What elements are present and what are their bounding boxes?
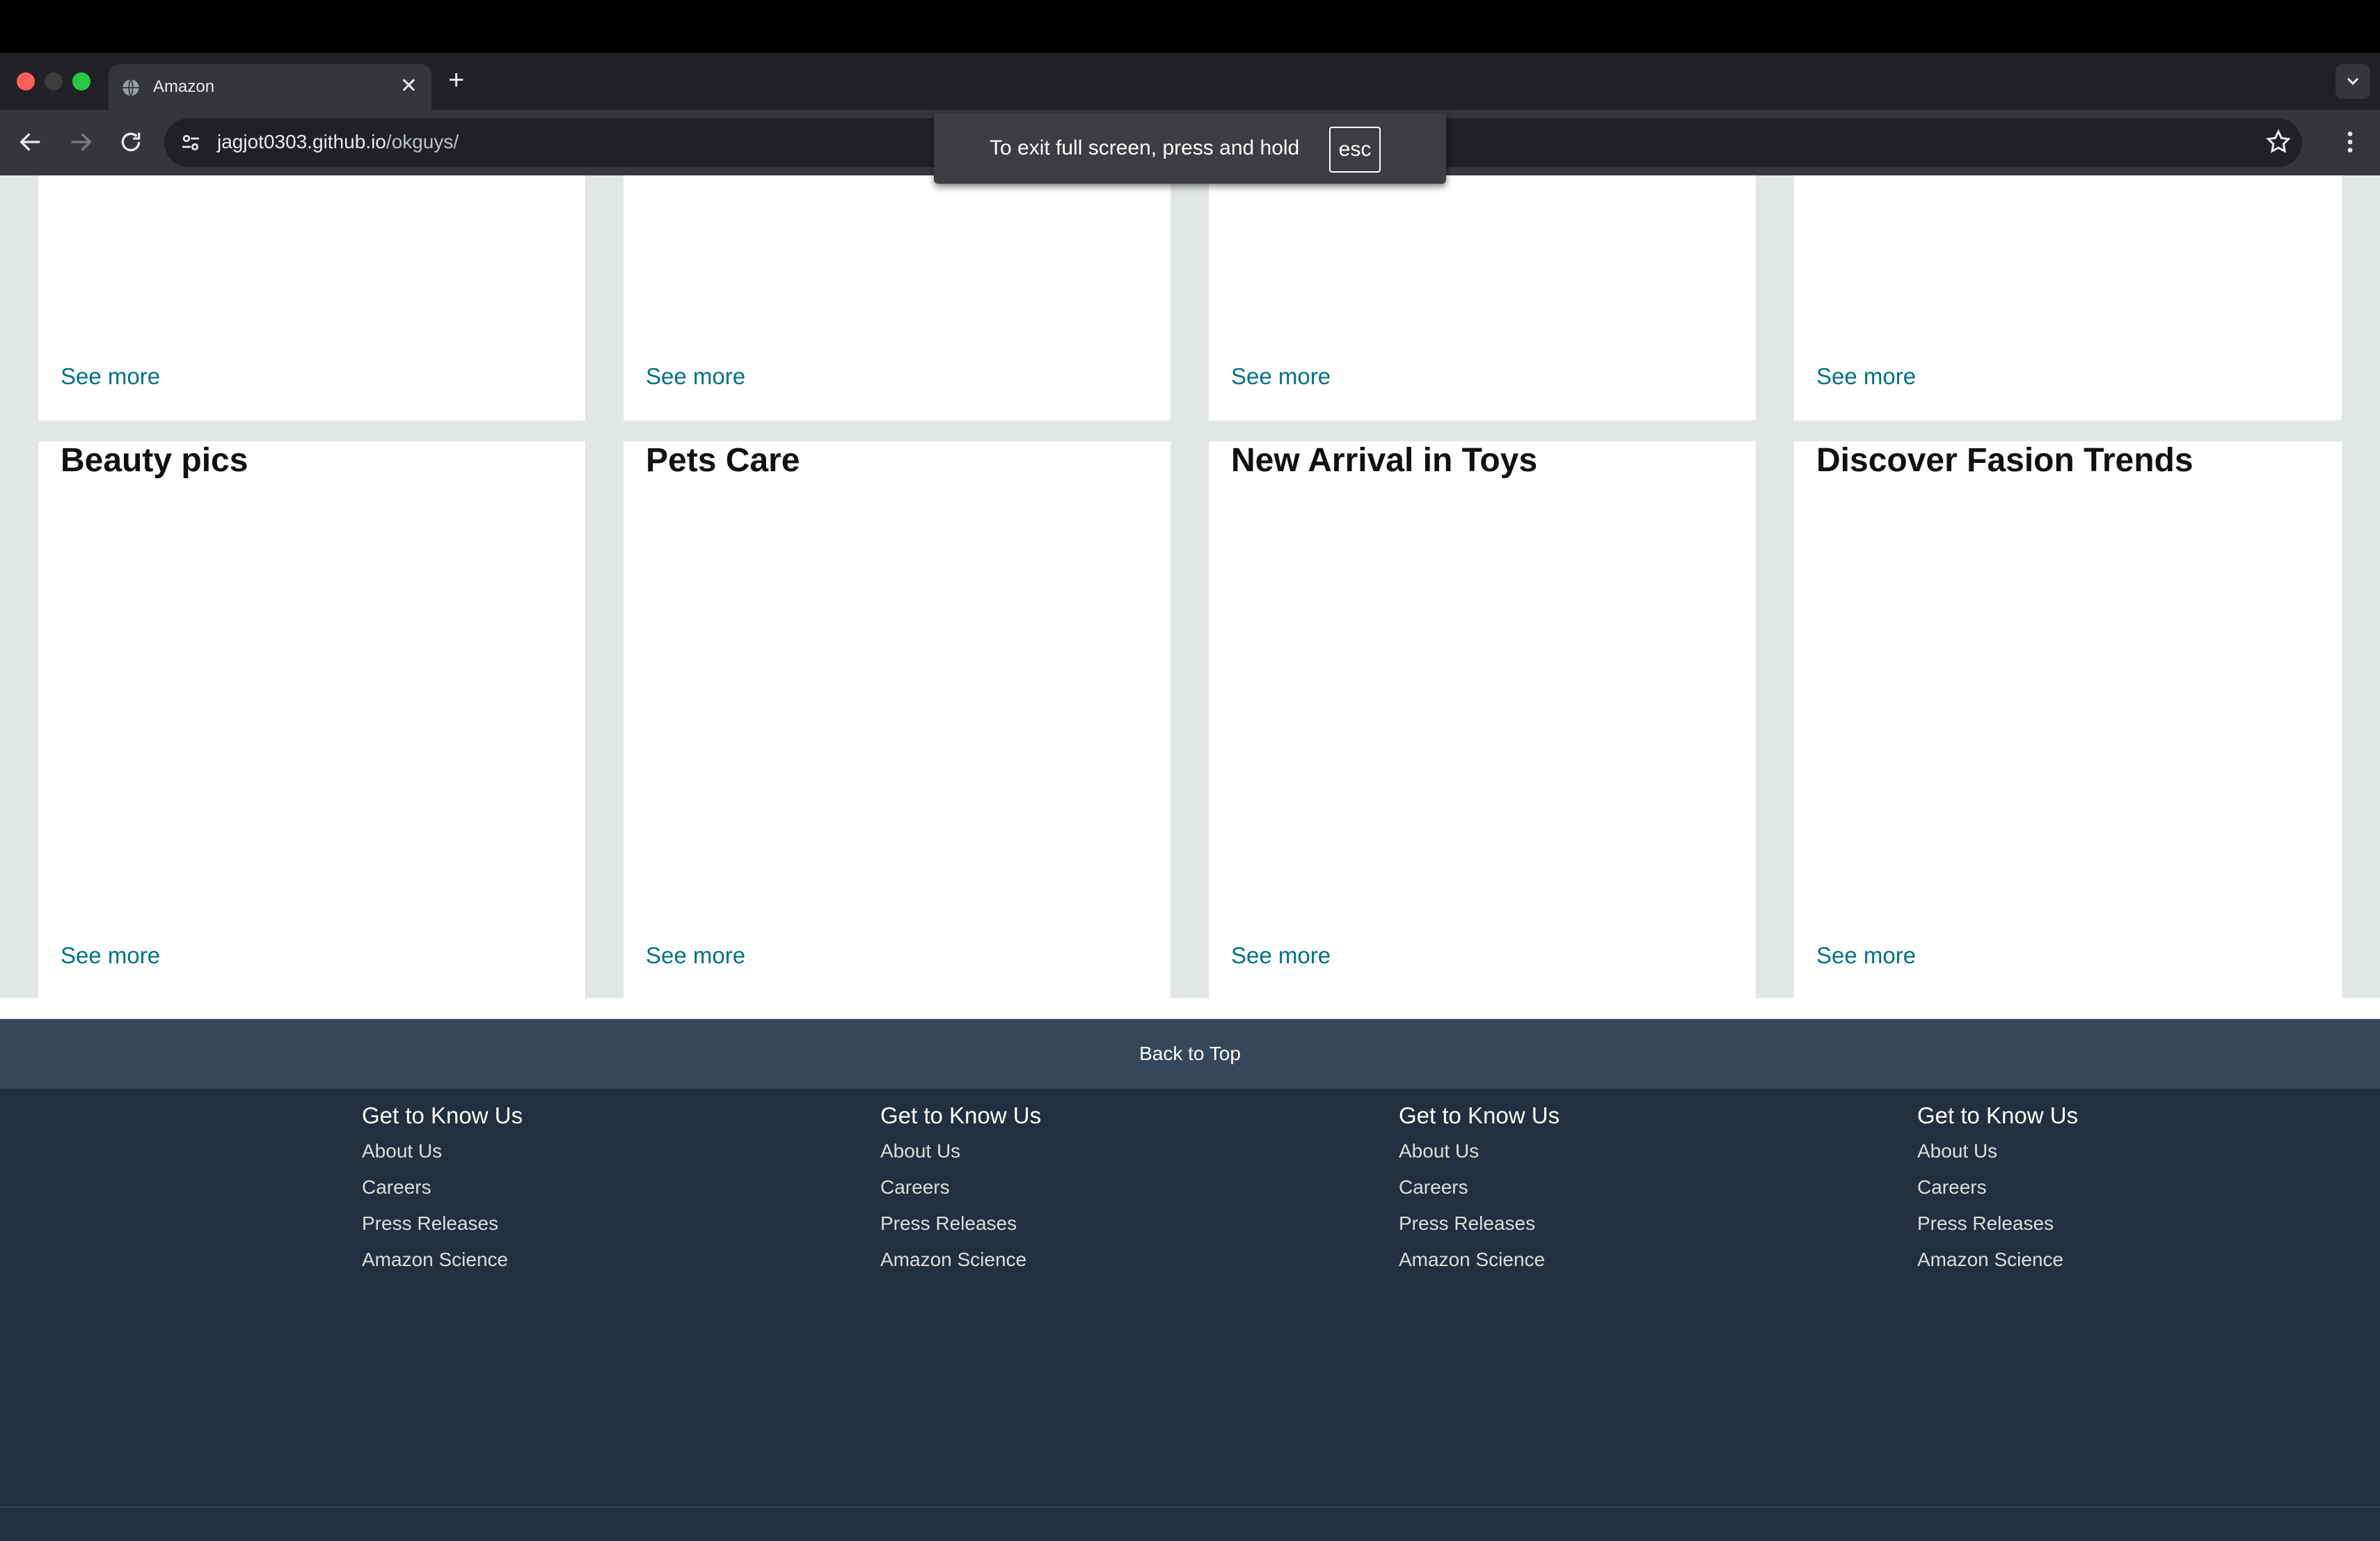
footer-link-press-releases[interactable]: Press Releases xyxy=(1399,1212,1535,1235)
product-card: See more xyxy=(1209,175,1756,420)
back-to-top-button[interactable]: Back to Top xyxy=(0,1019,2380,1089)
footer-link-amazon-science[interactable]: Amazon Science xyxy=(362,1249,508,1271)
product-card: Beauty pics See more xyxy=(38,441,585,998)
window-close-button[interactable] xyxy=(17,72,35,90)
url-path: /okguys/ xyxy=(386,131,459,152)
card-title: Pets Care xyxy=(646,442,800,479)
footer-link-careers[interactable]: Careers xyxy=(1917,1176,1987,1199)
footer-link-press-releases[interactable]: Press Releases xyxy=(362,1212,498,1235)
see-more-link[interactable]: See more xyxy=(1816,363,1916,390)
back-arrow-icon[interactable] xyxy=(17,128,45,156)
product-card: See more xyxy=(1794,175,2342,420)
footer-link-about-us[interactable]: About Us xyxy=(1399,1140,1479,1162)
footer-link-amazon-science[interactable]: Amazon Science xyxy=(880,1249,1026,1271)
see-more-link[interactable]: See more xyxy=(646,363,745,390)
browser-tab[interactable]: Amazon ✕ xyxy=(109,64,431,110)
see-more-link[interactable]: See more xyxy=(1231,363,1331,390)
product-card: See more xyxy=(624,175,1171,420)
product-card: Pets Care See more xyxy=(624,441,1171,998)
footer-link-careers[interactable]: Careers xyxy=(880,1176,950,1199)
chevron-down-icon xyxy=(2347,77,2359,86)
product-card: See more xyxy=(38,175,585,420)
bookmark-star-icon[interactable] xyxy=(2264,128,2292,156)
footer-link-about-us[interactable]: About Us xyxy=(362,1140,442,1162)
footer-link-press-releases[interactable]: Press Releases xyxy=(1917,1212,2054,1235)
footer-heading: Get to Know Us xyxy=(1917,1103,2079,1128)
url-text: jagjot0303.github.io/okguys/ xyxy=(217,131,459,153)
footer-link-careers[interactable]: Careers xyxy=(1399,1176,1468,1199)
fullscreen-notice-text: To exit full screen, press and hold xyxy=(990,136,1300,159)
window-zoom-button[interactable] xyxy=(72,72,90,90)
see-more-link[interactable]: See more xyxy=(646,942,745,969)
footer: Get to Know Us About Us Careers Press Re… xyxy=(0,1089,2380,1541)
footer-link-careers[interactable]: Careers xyxy=(362,1176,431,1199)
footer-link-amazon-science[interactable]: Amazon Science xyxy=(1399,1249,1545,1271)
card-title: Beauty pics xyxy=(61,442,248,479)
see-more-link[interactable]: See more xyxy=(61,363,160,390)
new-tab-button[interactable]: + xyxy=(448,64,464,96)
footer-link-amazon-science[interactable]: Amazon Science xyxy=(1917,1249,2063,1271)
more-menu-icon[interactable] xyxy=(2340,128,2361,156)
footer-link-press-releases[interactable]: Press Releases xyxy=(880,1212,1017,1235)
page-content: See more See more See more See more Beau… xyxy=(0,175,2380,1541)
footer-link-about-us[interactable]: About Us xyxy=(880,1140,960,1162)
forward-arrow-icon[interactable] xyxy=(67,128,95,156)
site-settings-icon[interactable] xyxy=(178,130,203,155)
see-more-link[interactable]: See more xyxy=(1231,942,1331,969)
url-host: jagjot0303.github.io xyxy=(217,131,386,152)
card-title: New Arrival in Toys xyxy=(1231,442,1538,479)
close-icon[interactable]: ✕ xyxy=(400,74,418,99)
see-more-link[interactable]: See more xyxy=(1816,942,1916,969)
page-divider xyxy=(0,998,2380,1019)
tab-title: Amazon xyxy=(153,77,215,96)
globe-icon xyxy=(122,79,139,97)
footer-heading: Get to Know Us xyxy=(880,1103,1042,1128)
footer-heading: Get to Know Us xyxy=(1399,1103,1560,1128)
screen-top-bar xyxy=(0,0,2380,53)
reload-icon[interactable] xyxy=(117,128,145,156)
card-title: Discover Fasion Trends xyxy=(1816,442,2193,479)
product-card: New Arrival in Toys See more xyxy=(1209,441,1756,998)
see-more-link[interactable]: See more xyxy=(61,942,160,969)
footer-heading: Get to Know Us xyxy=(362,1103,523,1128)
tab-search-button[interactable] xyxy=(2335,64,2370,99)
esc-key-badge: esc xyxy=(1329,127,1381,173)
product-card: Discover Fasion Trends See more xyxy=(1794,441,2342,998)
fullscreen-exit-notice: To exit full screen, press and hold esc xyxy=(934,113,1446,184)
window-minimize-button[interactable] xyxy=(45,72,63,90)
footer-divider xyxy=(0,1506,2380,1508)
footer-link-about-us[interactable]: About Us xyxy=(1917,1140,1997,1162)
